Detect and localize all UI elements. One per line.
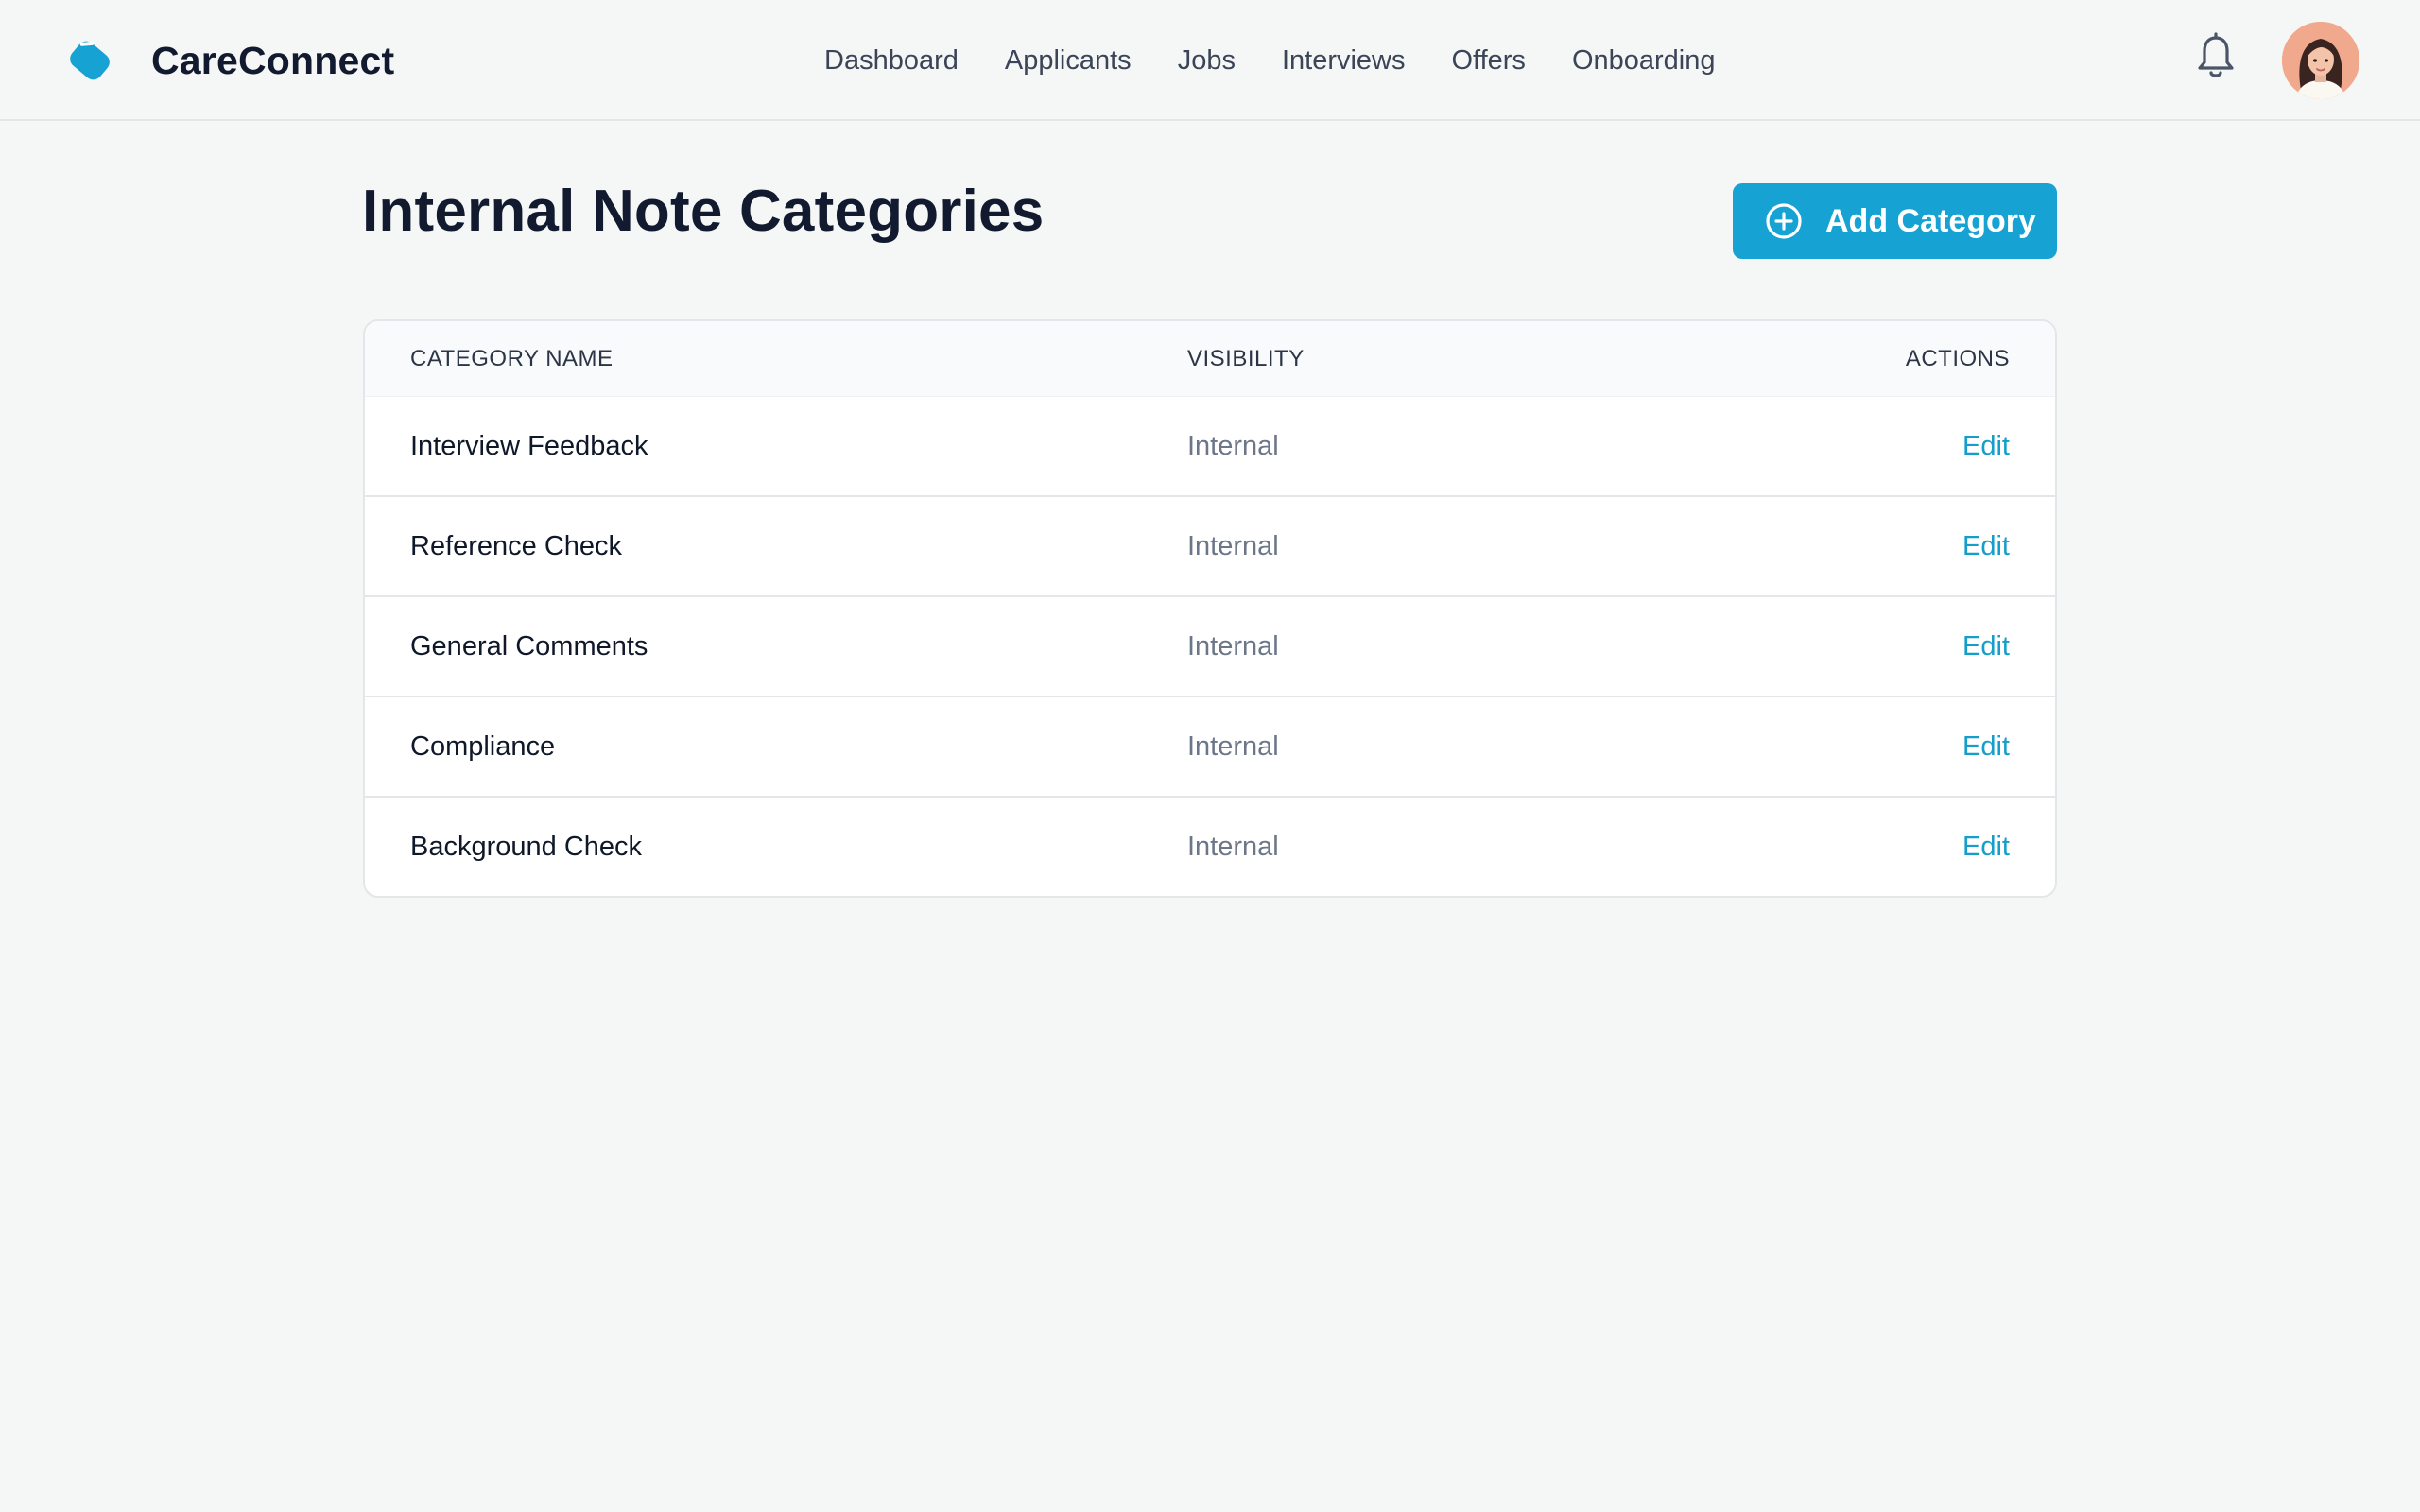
page-title: Internal Note Categories [362, 179, 1045, 244]
user-avatar[interactable] [2282, 22, 2360, 99]
nav-item-onboarding[interactable]: Onboarding [1572, 45, 1716, 77]
column-header-actions: ACTIONS [1905, 346, 2010, 371]
edit-link[interactable]: Edit [1962, 597, 2010, 696]
category-visibility: Internal [1187, 832, 1279, 862]
plus-circle-icon [1766, 203, 1802, 239]
table-row: Reference Check Internal Edit [365, 497, 2055, 597]
edit-link[interactable]: Edit [1962, 397, 2010, 495]
edit-link[interactable]: Edit [1962, 497, 2010, 595]
category-name: Interview Feedback [410, 431, 648, 461]
bell-icon[interactable] [2193, 32, 2238, 81]
table-row: Background Check Internal Edit [365, 798, 2055, 896]
category-name: Compliance [410, 731, 556, 762]
tag-icon [70, 41, 110, 80]
category-name: Reference Check [410, 531, 623, 561]
category-name: Background Check [410, 832, 643, 862]
add-category-button[interactable]: Add Category [1733, 183, 2057, 259]
nav-item-jobs[interactable]: Jobs [1178, 45, 1236, 77]
brand-home-link[interactable]: CareConnect [60, 32, 394, 89]
category-visibility: Internal [1187, 431, 1279, 461]
table-row: Compliance Internal Edit [365, 697, 2055, 798]
table-row: Interview Feedback Internal Edit [365, 397, 2055, 497]
category-name: General Comments [410, 631, 648, 662]
edit-link[interactable]: Edit [1962, 697, 2010, 796]
nav-item-dashboard[interactable]: Dashboard [824, 45, 959, 77]
avatar-portrait-icon [2282, 22, 2360, 99]
top-navigation-bar: CareConnect Dashboard Applicants Jobs In… [0, 0, 2420, 121]
add-category-label: Add Category [1825, 202, 2036, 239]
main-nav: Dashboard Applicants Jobs Interviews Off… [824, 38, 1716, 83]
categories-table: CATEGORY NAME VISIBILITY ACTIONS Intervi… [363, 319, 2057, 898]
nav-item-offers[interactable]: Offers [1452, 45, 1526, 77]
category-visibility: Internal [1187, 631, 1279, 662]
brand-name: CareConnect [151, 38, 395, 82]
nav-item-interviews[interactable]: Interviews [1282, 45, 1406, 77]
table-row: General Comments Internal Edit [365, 597, 2055, 697]
nav-item-applicants[interactable]: Applicants [1005, 45, 1132, 77]
table-header: CATEGORY NAME VISIBILITY ACTIONS [365, 321, 2055, 397]
column-header-category-name: CATEGORY NAME [410, 346, 614, 371]
category-visibility: Internal [1187, 731, 1279, 762]
column-header-visibility: VISIBILITY [1187, 346, 1305, 371]
edit-link[interactable]: Edit [1962, 798, 2010, 896]
category-visibility: Internal [1187, 531, 1279, 561]
